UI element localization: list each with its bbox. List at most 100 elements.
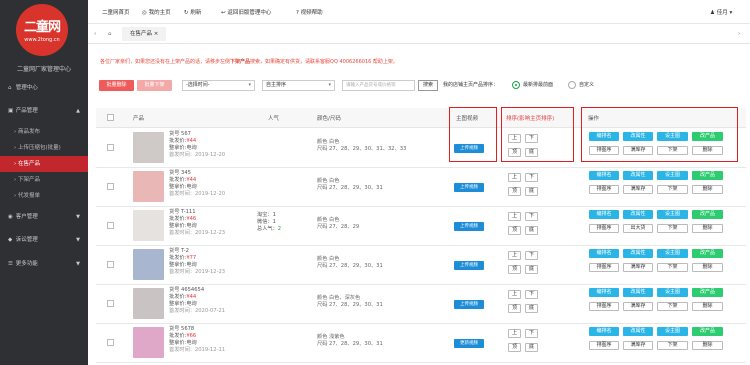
upload-video-button[interactable]: 上传视频 — [454, 261, 484, 270]
set-cover-button[interactable]: 设主图 — [657, 288, 688, 297]
product-thumbnail[interactable] — [133, 171, 164, 202]
tab-on-sale[interactable]: 在售产品 × — [122, 27, 167, 41]
set-cover-button[interactable]: 设主图 — [657, 249, 688, 258]
sidebar-item-off-shelf[interactable]: › 下架产品 — [0, 172, 88, 188]
sidebar-item-customers[interactable]: ◉ 客户管理 ▼ — [0, 209, 88, 225]
edit-product-button[interactable]: 改产品 — [692, 249, 723, 258]
sort-down-button[interactable]: 下 — [525, 290, 538, 299]
nav-video-help[interactable]: ? 视频帮助 — [296, 8, 323, 16]
sort-up-button[interactable]: 上 — [508, 173, 521, 182]
sort-top-button[interactable]: 顶 — [508, 343, 521, 352]
restock-button[interactable]: 满库存 — [623, 185, 653, 194]
batch-delete-button[interactable]: 批量删除 — [99, 80, 134, 91]
change-attr-button[interactable]: 改属性 — [623, 288, 653, 297]
sort-bottom-button[interactable]: 底 — [525, 265, 538, 274]
change-attr-button[interactable]: 改属性 — [623, 210, 653, 219]
tab-next[interactable]: › — [738, 27, 740, 41]
product-number[interactable]: 货号 5678 — [169, 326, 225, 333]
user-menu[interactable]: ♟ 佳月 ▾ — [710, 8, 732, 16]
select-all-checkbox[interactable] — [107, 114, 114, 121]
change-attr-button[interactable]: 改属性 — [623, 327, 653, 336]
change-attr-button[interactable]: 改属性 — [623, 171, 653, 180]
set-cover-button[interactable]: 设主图 — [657, 171, 688, 180]
sort-top-button[interactable]: 顶 — [508, 187, 521, 196]
close-icon[interactable]: × — [154, 31, 159, 37]
image-order-button[interactable]: 排图序 — [589, 341, 619, 350]
image-order-button[interactable]: 排图序 — [589, 224, 619, 233]
image-order-button[interactable]: 排图序 — [589, 302, 619, 311]
logo[interactable]: 二童网 www.2tong.cn — [16, 4, 68, 56]
home-tab[interactable]: ⌂ — [108, 27, 112, 41]
time-select[interactable]: -选择时间- ▾ — [182, 80, 255, 91]
product-thumbnail[interactable] — [133, 210, 164, 241]
set-cover-button[interactable]: 设主图 — [657, 210, 688, 219]
delete-button[interactable]: 删除 — [692, 341, 723, 350]
edit-product-button[interactable]: 改产品 — [692, 171, 723, 180]
image-order-button[interactable]: 排图序 — [589, 263, 619, 272]
upload-video-button[interactable]: 上传视频 — [454, 222, 484, 231]
sidebar-item-publish[interactable]: › 商品发布 — [0, 124, 88, 140]
sort-top-button[interactable]: 顶 — [508, 226, 521, 235]
rename-button[interactable]: 编排名 — [589, 210, 619, 219]
sort-up-button[interactable]: 上 — [508, 290, 521, 299]
off-shelf-button[interactable]: 下架 — [657, 263, 688, 272]
radio-newest[interactable] — [512, 81, 520, 89]
delete-button[interactable]: 删除 — [692, 224, 723, 233]
sort-down-button[interactable]: 下 — [525, 212, 538, 221]
clearance-button[interactable]: 出大货 — [623, 224, 653, 233]
product-thumbnail[interactable] — [133, 249, 164, 280]
edit-product-button[interactable]: 改产品 — [692, 288, 723, 297]
rename-button[interactable]: 编排名 — [589, 249, 619, 258]
sort-down-button[interactable]: 下 — [525, 173, 538, 182]
sidebar-item-dropship[interactable]: › 代发报单 — [0, 188, 88, 204]
restock-button[interactable]: 满库存 — [623, 302, 653, 311]
rename-button[interactable]: 编排名 — [589, 171, 619, 180]
sidebar-item-on-sale[interactable]: › 在售产品 — [0, 156, 88, 172]
off-shelf-button[interactable]: 下架 — [657, 341, 688, 350]
product-thumbnail[interactable] — [133, 132, 164, 163]
row-checkbox[interactable] — [107, 261, 114, 268]
sidebar-item-upload-zip[interactable]: › 上传压缩包(批量) — [0, 140, 88, 156]
tab-prev[interactable]: ‹ — [94, 27, 96, 41]
delete-button[interactable]: 删除 — [692, 302, 723, 311]
sidebar-item-more[interactable]: ☰ 更多功能 ▼ — [0, 256, 88, 272]
sort-up-button[interactable]: 上 — [508, 329, 521, 338]
edit-product-button[interactable]: 改产品 — [692, 327, 723, 336]
batch-offshelf-button[interactable]: 批量下架 — [137, 80, 172, 91]
row-checkbox[interactable] — [107, 339, 114, 346]
sort-bottom-button[interactable]: 底 — [525, 343, 538, 352]
product-number[interactable]: 货号 567 — [169, 131, 225, 138]
radio-custom-label[interactable]: 自定义 — [579, 81, 594, 88]
restock-button[interactable]: 满库存 — [623, 263, 653, 272]
sidebar-item-litigation[interactable]: ◆ 诉讼管理 ▼ — [0, 232, 88, 248]
upload-video-button[interactable]: 上传视频 — [454, 183, 484, 192]
sort-bottom-button[interactable]: 底 — [525, 304, 538, 313]
nav-old-admin[interactable]: ↩ 返回旧版管理中心 — [221, 8, 271, 16]
rename-button[interactable]: 编排名 — [589, 288, 619, 297]
search-input[interactable]: 请输入产品货号或价格等 — [342, 80, 415, 91]
edit-product-button[interactable]: 改产品 — [692, 210, 723, 219]
sort-top-button[interactable]: 顶 — [508, 265, 521, 274]
upload-video-button[interactable]: 更新视频 — [454, 339, 484, 348]
sort-up-button[interactable]: 上 — [508, 251, 521, 260]
row-checkbox[interactable] — [107, 144, 114, 151]
nav-refresh[interactable]: ↻ 刷新 — [184, 8, 201, 16]
sidebar-item-products[interactable]: ▣ 产品管理 ▲ — [0, 103, 88, 119]
restock-button[interactable]: 满库存 — [623, 341, 653, 350]
product-number[interactable]: 货号 345 — [169, 170, 225, 177]
sort-top-button[interactable]: 顶 — [508, 304, 521, 313]
row-checkbox[interactable] — [107, 183, 114, 190]
radio-custom[interactable] — [568, 81, 576, 89]
sort-up-button[interactable]: 上 — [508, 212, 521, 221]
nav-my-home[interactable]: ◎ 我的主页 — [142, 8, 171, 16]
notice-highlight[interactable]: 下架产品 — [230, 59, 250, 65]
product-thumbnail[interactable] — [133, 327, 164, 358]
sort-bottom-button[interactable]: 底 — [525, 226, 538, 235]
set-cover-button[interactable]: 设主图 — [657, 327, 688, 336]
search-button[interactable]: 搜索 — [418, 80, 438, 91]
off-shelf-button[interactable]: 下架 — [657, 224, 688, 233]
row-checkbox[interactable] — [107, 222, 114, 229]
order-select[interactable]: 自主排序 ▾ — [262, 80, 335, 91]
radio-newest-label[interactable]: 最新排最前面 — [523, 81, 553, 88]
change-attr-button[interactable]: 改属性 — [623, 249, 653, 258]
